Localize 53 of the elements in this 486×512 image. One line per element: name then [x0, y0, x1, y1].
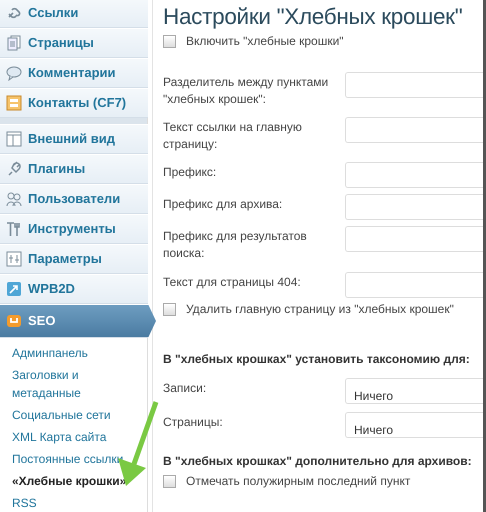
select-field[interactable]: Ничего: [345, 378, 483, 404]
field-label: Текст для страницы 404:: [163, 274, 302, 291]
checkbox-label: Удалить главную страницу из "хлебных крошек": [186, 301, 454, 318]
users-icon: [6, 191, 22, 207]
tools-icon: [6, 221, 22, 237]
field-label: Префикс:: [163, 164, 218, 181]
input-field[interactable]: [345, 72, 483, 98]
input-field[interactable]: [345, 272, 483, 298]
form-icon: [6, 95, 22, 111]
checkbox[interactable]: [163, 34, 176, 48]
submenu-item[interactable]: «Хлебные крошки»: [12, 470, 140, 492]
submenu-item[interactable]: Админпанель: [12, 342, 140, 364]
layout-icon: [6, 131, 22, 147]
menu-item[interactable]: Контакты (CF7): [0, 88, 148, 118]
submenu-item[interactable]: Заголовки и метаданные: [12, 364, 140, 404]
submenu-item[interactable]: XML Карта сайта: [12, 426, 140, 448]
menu-item[interactable]: SEO: [0, 304, 156, 338]
checkbox-label: Включить "хлебные крошки": [186, 33, 344, 50]
submenu-item[interactable]: Социальные сети: [12, 404, 140, 426]
menu-item[interactable]: Комментарии: [0, 58, 148, 88]
checkbox[interactable]: [163, 474, 176, 488]
input-field[interactable]: [345, 194, 483, 220]
settings-icon: [6, 251, 22, 267]
section-heading: В "хлебных крошках" установить таксономию для:: [163, 351, 471, 368]
menu-item[interactable]: Пользователи: [0, 184, 148, 214]
menu-item[interactable]: WPB2D: [0, 274, 148, 304]
checkbox-label: Отмечать полужирным последний пункт: [186, 473, 410, 490]
section-heading: В "хлебных крошках" дополнительно для архивов:: [163, 453, 473, 470]
field-label: Страницы:: [163, 414, 224, 431]
seo-logo-icon: [6, 313, 22, 329]
input-field[interactable]: [345, 162, 483, 188]
select-field[interactable]: Ничего: [345, 412, 483, 438]
field-label: Разделитель между пунктами "хлебных крошек":: [163, 74, 330, 108]
field-label: Префикс для результатов поиска:: [163, 228, 308, 262]
link-icon: [6, 5, 22, 21]
input-field[interactable]: [345, 117, 483, 143]
speech-bubble-icon: [6, 65, 22, 81]
plug-icon: [6, 161, 22, 177]
field-label: Текст ссылки на главную страницу:: [163, 119, 303, 153]
checkbox[interactable]: [163, 302, 176, 316]
menu-item[interactable]: Плагины: [0, 154, 148, 184]
menu-item[interactable]: Инструменты: [0, 214, 148, 244]
field-label: Префикс для архива:: [163, 196, 284, 213]
menu-item[interactable]: Параметры: [0, 244, 148, 274]
field-label: Записи:: [163, 380, 208, 397]
pages-icon: [6, 35, 22, 51]
menu-item[interactable]: Ссылки: [0, 0, 148, 28]
input-field[interactable]: [345, 226, 483, 252]
page-title: Настройки "Хлебных крошек": [163, 3, 464, 31]
submenu-item[interactable]: RSS: [12, 492, 140, 512]
menu-item[interactable]: Страницы: [0, 28, 148, 58]
arrow-square-icon: [6, 281, 22, 297]
menu-item[interactable]: Внешний вид: [0, 124, 148, 154]
